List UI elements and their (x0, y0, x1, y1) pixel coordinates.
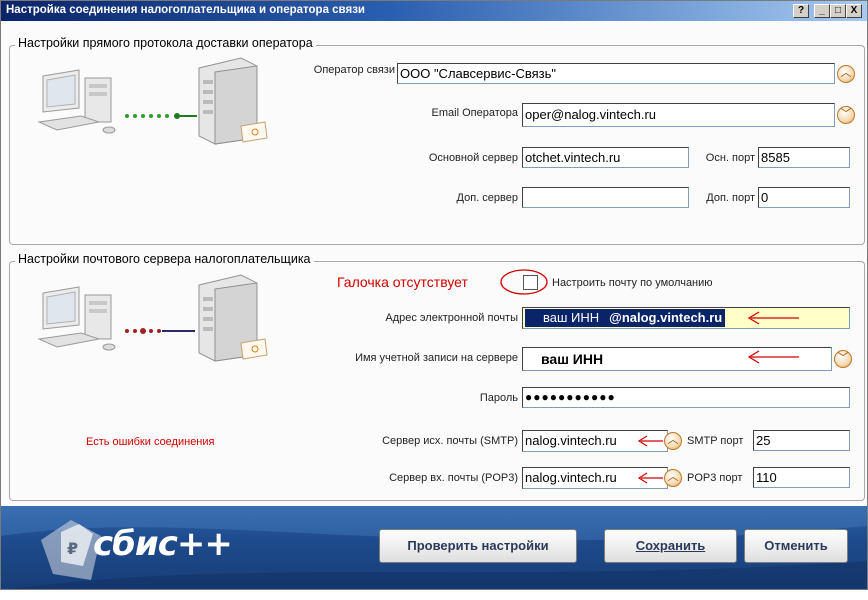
chevron-up-icon[interactable]: ︿ (837, 65, 855, 83)
arrow-left-icon (747, 350, 799, 364)
pop3-label: Сервер вх. почты (POP3) (389, 472, 518, 484)
server-icon (198, 274, 268, 362)
password-label: Пароль (479, 392, 518, 404)
smtp-label: Сервер исх. почты (SMTP) (382, 435, 518, 447)
computer-icon (37, 286, 116, 351)
sbis-logo-text: сбис++ (93, 524, 233, 564)
smtp-port-label: SMTP порт (687, 435, 744, 447)
operator-email-select[interactable]: oper@nalog.vintech.ru (522, 103, 835, 127)
dotted-link-icon (125, 328, 195, 334)
mail-connection-illustration (37, 274, 268, 362)
chevron-up-icon[interactable]: ︿ (664, 432, 682, 450)
window-title: Настройка соединения налогоплательщика и… (6, 4, 365, 16)
computer-icon (37, 69, 116, 134)
smtp-port-input[interactable]: 25 (753, 430, 850, 451)
extra-server-input[interactable] (522, 187, 689, 208)
chevron-up-icon[interactable]: ︿ (664, 469, 682, 487)
server-icon (198, 57, 268, 145)
dotted-link-icon (125, 113, 197, 119)
main-port-label: Осн. порт (705, 152, 755, 164)
main-server-label: Основной сервер (428, 152, 518, 164)
account-label: Имя учетной записи на сервере (355, 352, 518, 364)
settings-dialog: Настройка соединения налогоплательщика и… (0, 0, 868, 590)
mail-address-part1: ваш ИНН (543, 310, 600, 325)
check-settings-button[interactable]: Проверить настройки (379, 529, 577, 563)
mail-group-title: Настройки почтового сервера налогоплател… (15, 252, 314, 266)
arrow-left-icon (637, 472, 663, 484)
title-bar[interactable]: Настройка соединения налогоплательщика и… (1, 1, 867, 21)
main-port-input[interactable]: 8585 (758, 147, 850, 168)
close-button[interactable]: X (846, 4, 862, 18)
pop3-port-input[interactable]: 110 (753, 467, 850, 488)
connection-error-text: Есть ошибки соединения (86, 436, 215, 448)
operator-label: Оператор связи (313, 64, 395, 76)
mail-address-part2: @nalog.vintech.ru (609, 310, 723, 325)
extra-port-label: Доп. порт (706, 192, 755, 204)
extra-port-input[interactable]: 0 (758, 187, 850, 208)
minimize-button[interactable]: _ (814, 4, 830, 18)
help-button[interactable]: ? (793, 4, 809, 18)
operator-email-label: Email Оператора (431, 107, 518, 119)
maximize-button[interactable]: □ (830, 4, 846, 18)
operator-group-title: Настройки прямого протокола доставки опе… (15, 36, 316, 50)
mail-address-label: Адрес электронной почты (385, 312, 518, 324)
mail-address-selection: ваш ИНН @nalog.vintech.ru (525, 309, 726, 327)
missing-checkbox-annotation: Галочка отсутствует (337, 274, 468, 290)
arrow-left-icon (637, 435, 663, 447)
operator-select[interactable]: ООО "Славсервис-Связь" (397, 63, 835, 84)
svg-text:₽: ₽ (67, 539, 78, 558)
default-mail-label: Настроить почту по умолчанию (552, 277, 713, 289)
chevron-down-icon[interactable]: ﹀ (834, 350, 852, 368)
arrow-left-icon (747, 311, 799, 325)
default-mail-checkbox[interactable] (523, 275, 538, 290)
main-server-input[interactable]: otchet.vintech.ru (522, 147, 689, 168)
save-button[interactable]: Сохранить (604, 529, 737, 563)
direct-connection-illustration (37, 57, 268, 145)
cancel-button[interactable]: Отменить (744, 529, 848, 563)
chevron-down-icon[interactable]: ﹀ (837, 106, 855, 124)
password-input[interactable]: ●●●●●●●●●●● (522, 387, 850, 408)
pop3-port-label: POP3 порт (687, 472, 743, 484)
extra-server-label: Доп. сервер (456, 192, 518, 204)
